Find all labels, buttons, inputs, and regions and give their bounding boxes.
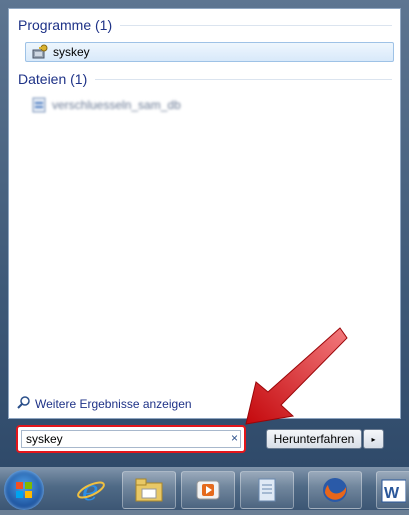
file-explorer-icon[interactable] xyxy=(122,471,176,509)
start-orb[interactable] xyxy=(4,470,44,510)
svg-text:W: W xyxy=(384,485,400,502)
internet-explorer-icon[interactable]: e xyxy=(64,471,118,509)
word-icon[interactable]: W xyxy=(376,471,409,509)
media-player-icon[interactable] xyxy=(181,471,235,509)
svg-text:e: e xyxy=(82,475,99,505)
notepad-icon[interactable] xyxy=(240,471,294,509)
firefox-icon[interactable] xyxy=(308,471,362,509)
taskbar: e W xyxy=(0,467,409,510)
annotation-arrow xyxy=(245,327,348,425)
